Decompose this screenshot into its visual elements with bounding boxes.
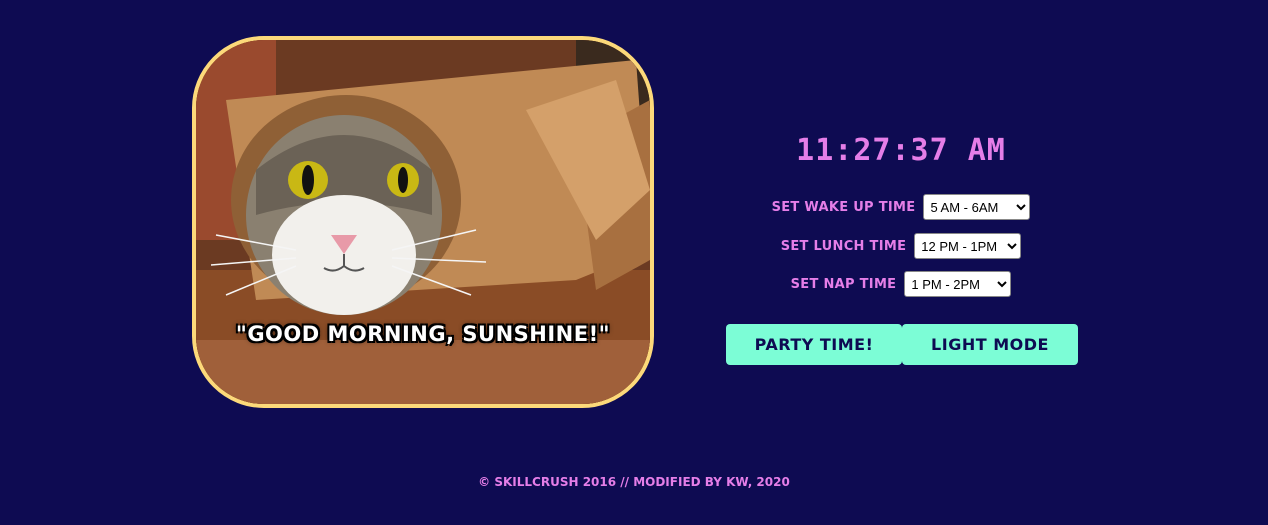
cat-photo: "GOOD MORNING, SUNSHINE!" bbox=[192, 36, 654, 408]
photo-caption: "GOOD MORNING, SUNSHINE!" bbox=[235, 322, 611, 346]
cat-illustration bbox=[196, 40, 650, 404]
party-time-button[interactable]: PARTY TIME! bbox=[726, 324, 902, 365]
lunch-time-row: SET LUNCH TIME 12 PM - 1PM bbox=[700, 232, 1102, 260]
wakeup-time-label: SET WAKE UP TIME bbox=[771, 199, 916, 215]
nap-time-row: SET NAP TIME 1 PM - 2PM bbox=[700, 270, 1102, 298]
light-mode-button[interactable]: LIGHT MODE bbox=[902, 324, 1078, 365]
clock-display: 11:27:37 AM bbox=[796, 133, 1006, 168]
wakeup-time-select[interactable]: 5 AM - 6AM bbox=[923, 194, 1031, 220]
lunch-time-select[interactable]: 12 PM - 1PM bbox=[914, 233, 1022, 259]
lunch-time-label: SET LUNCH TIME bbox=[780, 238, 907, 254]
wakeup-time-row: SET WAKE UP TIME 5 AM - 6AM bbox=[700, 193, 1102, 221]
nap-time-label: SET NAP TIME bbox=[790, 276, 897, 292]
action-buttons: PARTY TIME! LIGHT MODE bbox=[726, 324, 1078, 365]
footer-credit: © SKILLCRUSH 2016 // MODIFIED BY KW, 202… bbox=[478, 475, 790, 489]
nap-time-select[interactable]: 1 PM - 2PM bbox=[904, 271, 1012, 297]
